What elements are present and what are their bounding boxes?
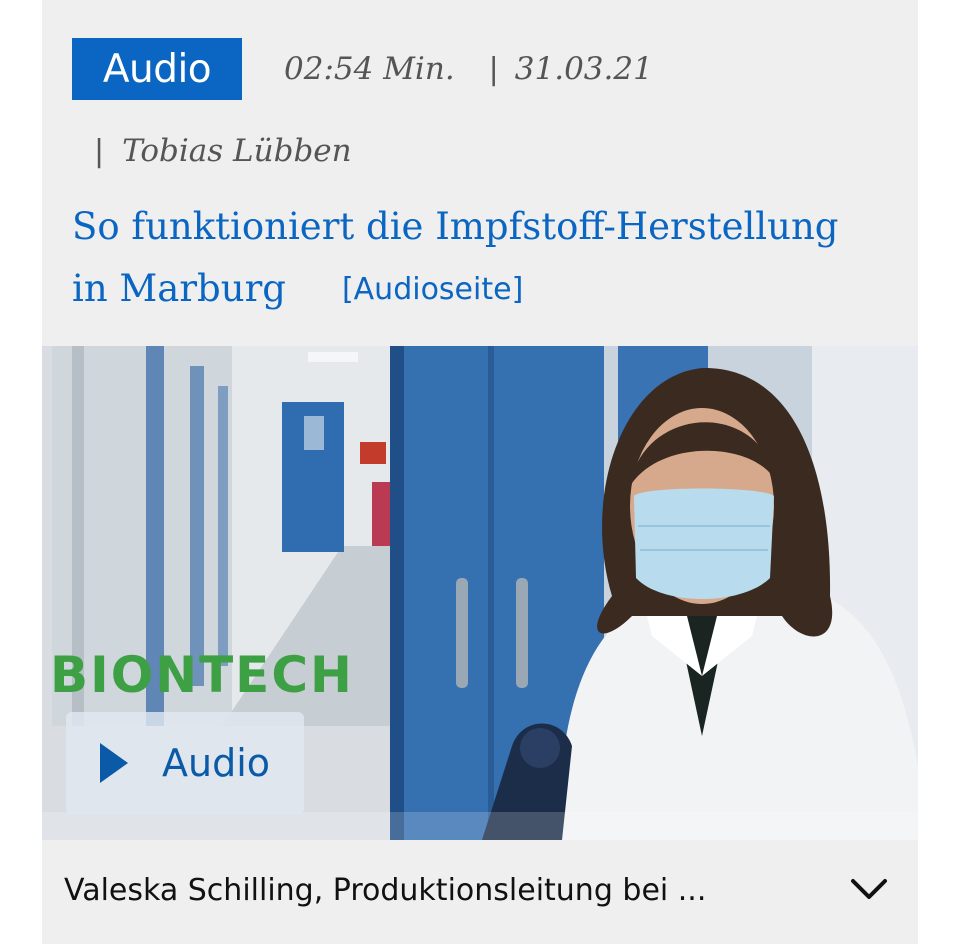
article-teaser-card: Audio 02:54 Min. | 31.03.21 | Tobias Lüb… [42, 0, 918, 944]
media-thumbnail[interactable]: BIONTECH Audio [42, 346, 918, 840]
author-row: | Tobias Lübben [94, 128, 352, 174]
play-audio-button[interactable]: Audio [66, 712, 304, 814]
duration: 02:54 Min. [284, 51, 455, 87]
play-audio-label: Audio [162, 741, 271, 785]
publish-date: 31.03.21 [514, 51, 653, 87]
meta-separator: | [488, 51, 499, 87]
meta-row: Audio 02:54 Min. | 31.03.21 [72, 38, 653, 100]
author-name: Tobias Lübben [122, 133, 352, 169]
caption-expander[interactable]: Valeska Schilling, Produktionsleitung be… [42, 840, 918, 940]
play-icon [100, 743, 128, 783]
audio-badge: Audio [72, 38, 242, 100]
audio-page-link[interactable]: [Audioseite] [342, 272, 523, 307]
image-caption: Valeska Schilling, Produktionsleitung be… [64, 872, 707, 908]
biontech-logo: BIONTECH [50, 646, 354, 704]
chevron-down-icon[interactable] [850, 870, 888, 908]
headline: So funktioniert die Impfstoff-Herstellun… [72, 196, 872, 321]
author-separator: | [94, 133, 105, 169]
